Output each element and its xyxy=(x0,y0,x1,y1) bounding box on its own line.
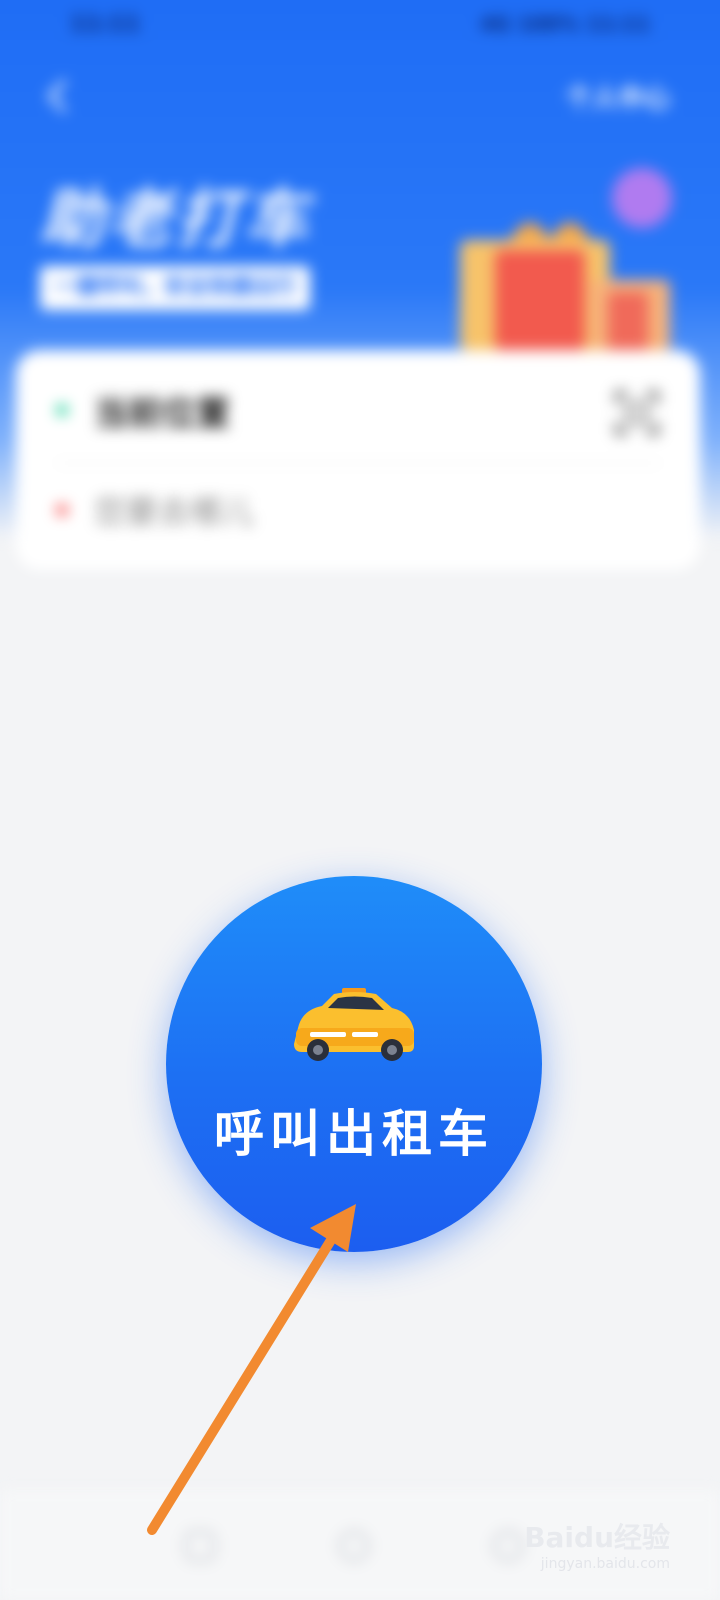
end-dot xyxy=(56,504,68,516)
destination-placeholder: 您要去哪儿 xyxy=(94,493,255,531)
orders-icon[interactable] xyxy=(334,1526,374,1566)
taxi-icon xyxy=(294,988,414,1061)
home-icon[interactable] xyxy=(180,1526,220,1566)
watermark-url: jingyan.baidu.com xyxy=(540,1556,670,1572)
card-divider xyxy=(56,462,660,464)
watermark-brand: Baidu经验 xyxy=(524,1521,670,1554)
chevron-left-icon[interactable] xyxy=(40,78,76,114)
destination-row[interactable]: 您要去哪儿 xyxy=(56,480,254,540)
app-screen: 11:11 4G 100% 11:11 个人中心 助老打车 一键呼叫，安全快捷出… xyxy=(0,0,720,1600)
hero-subtitle: 一键呼叫，安全快捷出行 xyxy=(40,266,311,310)
start-location-label: 当前位置 xyxy=(94,393,230,434)
status-bar: 11:11 4G 100% 11:11 xyxy=(0,0,720,50)
call-taxi-button[interactable]: 呼叫出租车 xyxy=(166,876,542,1252)
scan-icon[interactable] xyxy=(614,390,660,436)
address-card: 当前位置 您要去哪儿 xyxy=(16,350,700,570)
hero-title: 助老打车 xyxy=(40,183,312,257)
blurred-background: 11:11 4G 100% 11:11 个人中心 助老打车 一键呼叫，安全快捷出… xyxy=(0,0,720,1600)
status-info: 4G 100% 11:11 xyxy=(480,12,650,36)
gift-box-icon xyxy=(460,222,670,350)
call-taxi-label: 呼叫出租车 xyxy=(214,1104,494,1163)
status-time: 11:11 xyxy=(70,12,141,37)
start-dot xyxy=(56,404,68,416)
start-location-row[interactable]: 当前位置 xyxy=(56,380,230,440)
watermark: Baidu经验 jingyan.baidu.com xyxy=(524,1516,670,1572)
profile-icon[interactable] xyxy=(488,1526,528,1566)
personal-center-link[interactable]: 个人中心 xyxy=(566,78,670,115)
